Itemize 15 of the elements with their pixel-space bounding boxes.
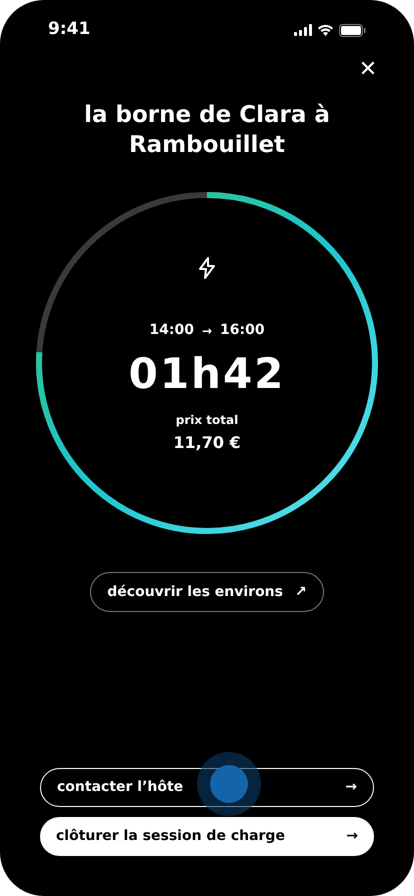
signal-icon: [294, 24, 312, 36]
end-time: 16:00: [220, 321, 265, 340]
battery-icon: [339, 24, 366, 36]
start-time: 14:00: [149, 321, 194, 340]
wifi-icon: [317, 24, 334, 36]
price-label: prix total: [176, 412, 238, 429]
close-button[interactable]: ✕: [356, 58, 380, 82]
end-session-button[interactable]: clôturer la session de charge →: [40, 817, 374, 856]
session-duration: 01h42: [128, 349, 286, 399]
arrow-icon: →: [202, 322, 212, 340]
lightning-icon: [197, 256, 217, 280]
explore-button[interactable]: découvrir les environs ↗: [90, 572, 324, 612]
charger-title: la borne de Clara à Rambouillet: [83, 101, 331, 160]
total-price: 11,70 €: [173, 432, 241, 454]
status-time: 9:41: [48, 18, 90, 42]
